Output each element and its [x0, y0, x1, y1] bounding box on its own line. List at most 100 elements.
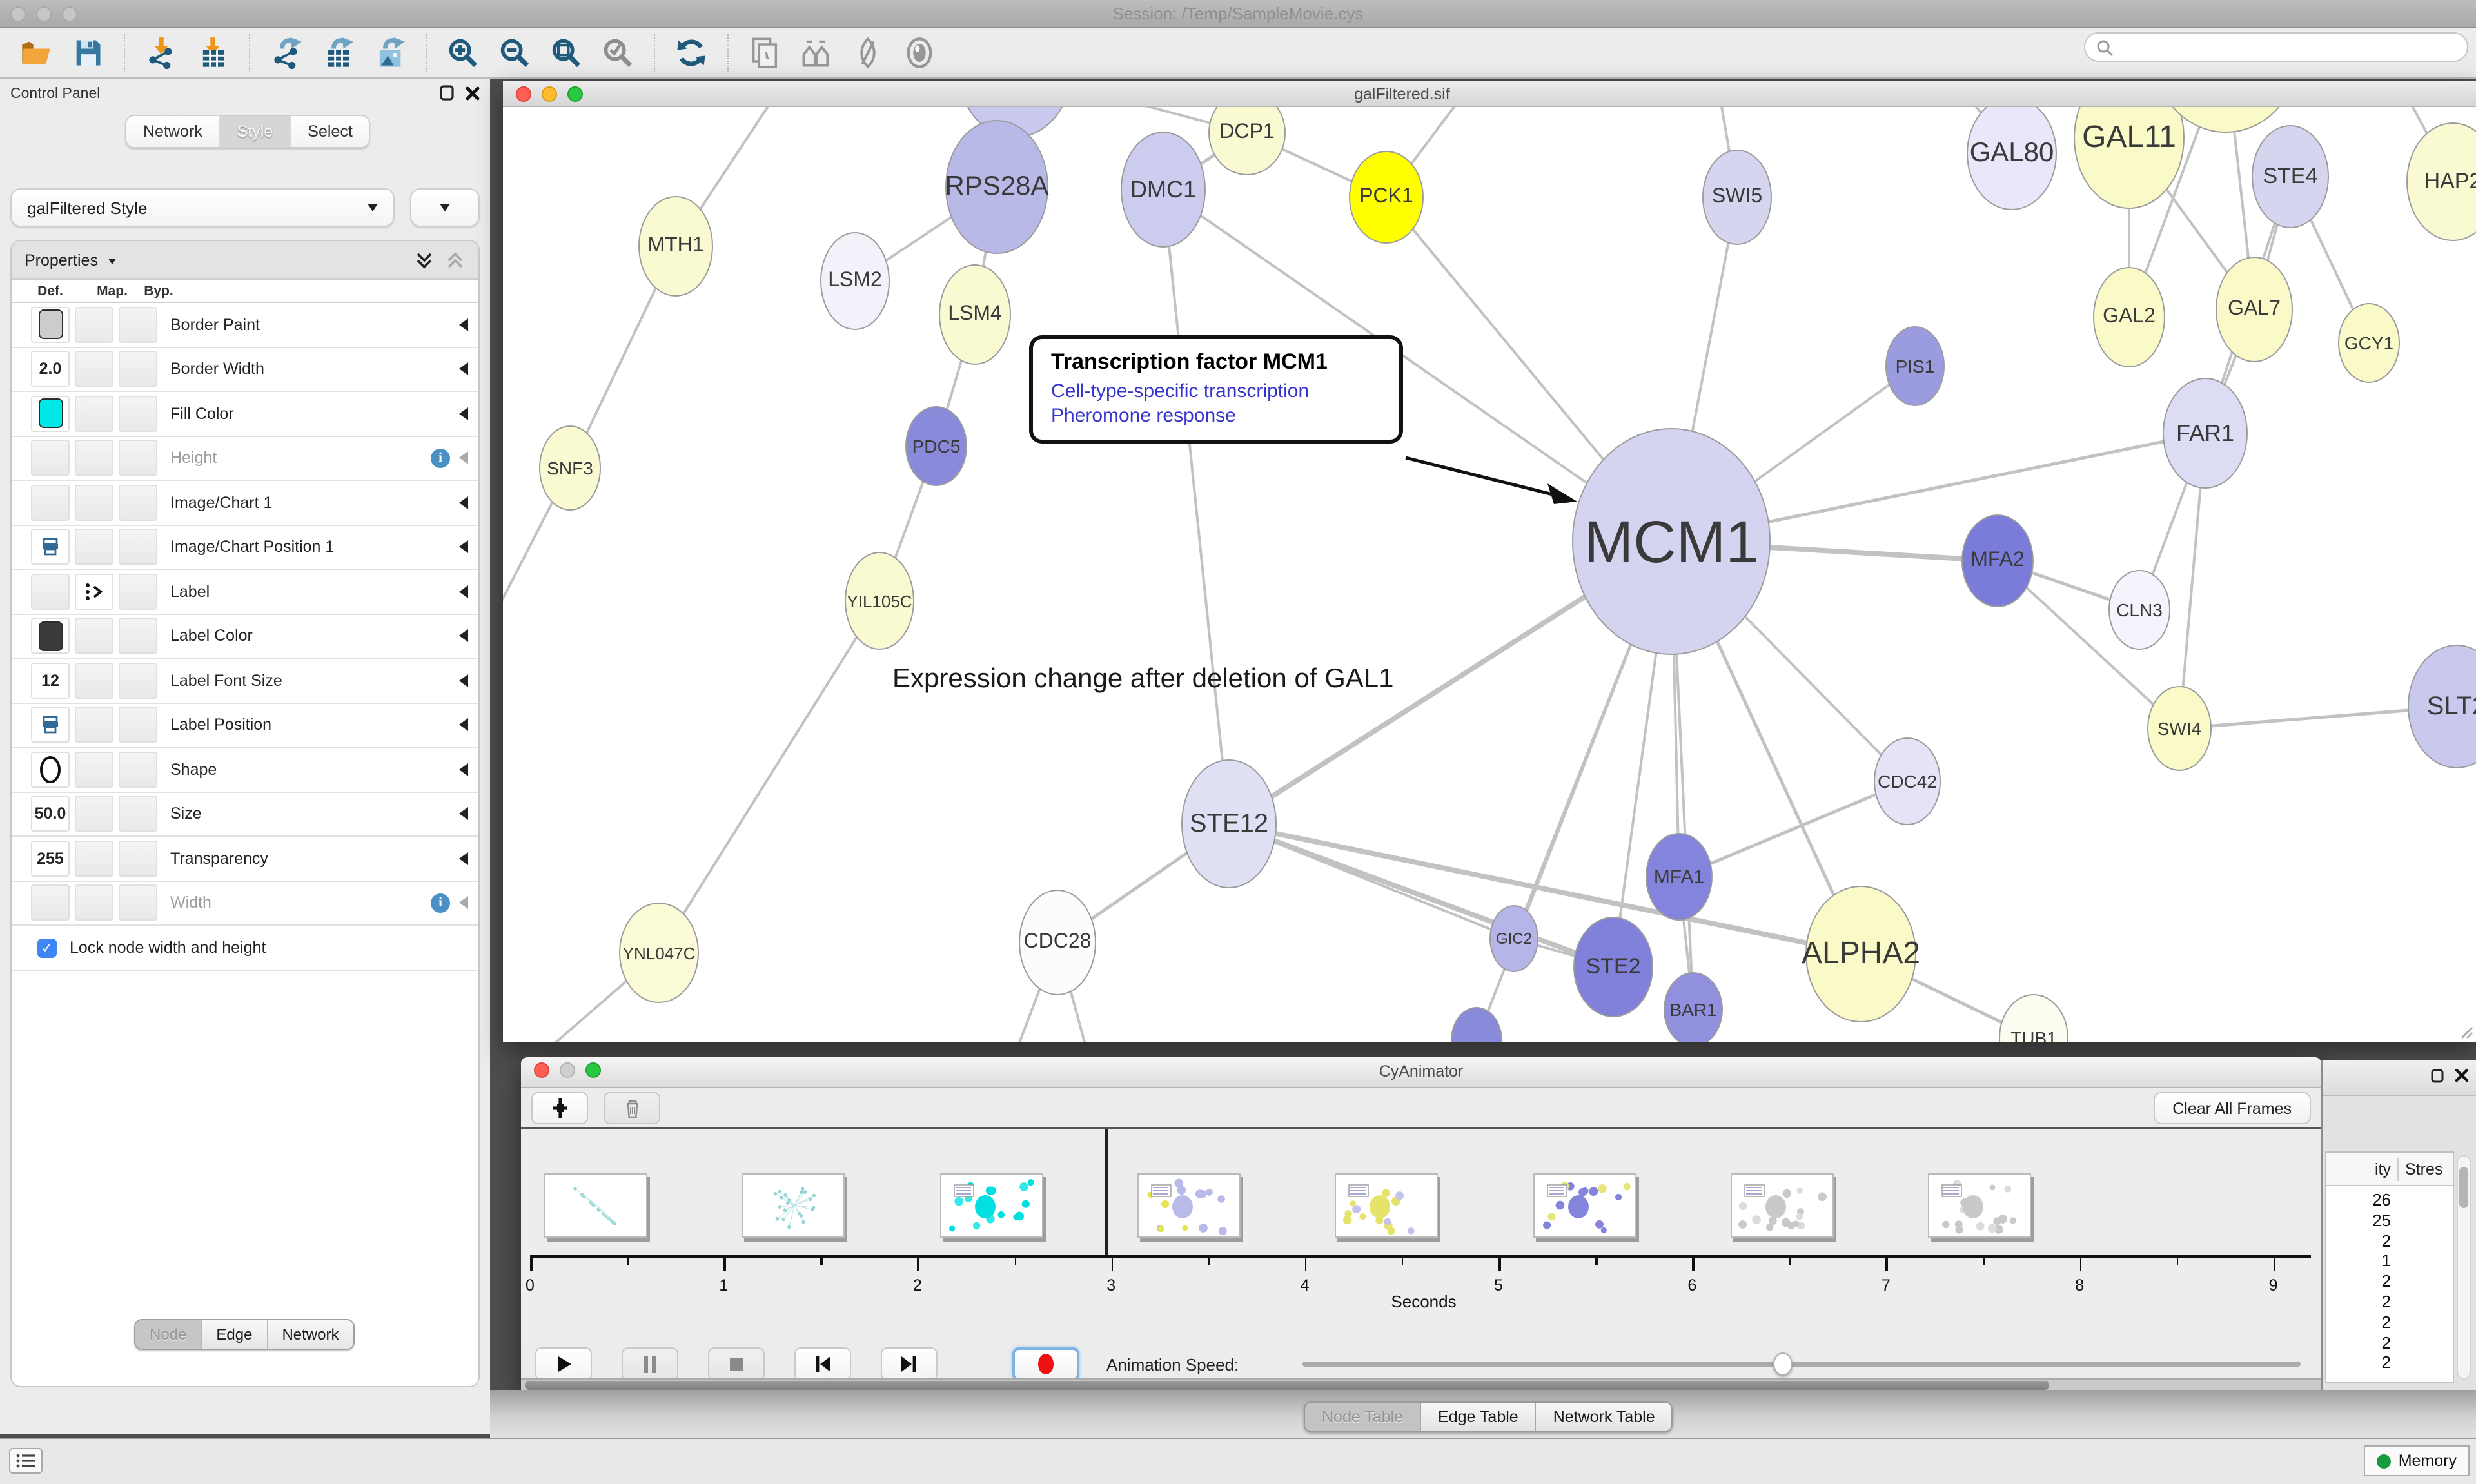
hscroll-thumb[interactable] [525, 1381, 2049, 1390]
copy-icon[interactable] [747, 35, 783, 71]
annotation-link[interactable]: Cell-type-specific transcription [1051, 380, 1381, 402]
network-node-PCK1[interactable]: PCK1 [1349, 151, 1424, 244]
collapse-all-icon[interactable] [445, 249, 466, 270]
timeline-hscrollbar[interactable] [521, 1378, 2321, 1390]
def-cell[interactable] [31, 307, 70, 343]
clear-all-frames-button[interactable]: Clear All Frames [2153, 1092, 2311, 1124]
property-row-size[interactable]: 50.0Size [12, 792, 478, 837]
network-node-GIC2[interactable]: GIC2 [1489, 905, 1538, 972]
minimize-icon[interactable] [542, 86, 557, 102]
network-node-FAR1[interactable]: FAR1 [2163, 378, 2248, 489]
def-cell[interactable] [31, 440, 70, 476]
network-node-LSM2[interactable]: LSM2 [820, 232, 890, 330]
expand-row-icon[interactable] [459, 318, 468, 331]
zoom-selected-icon[interactable] [600, 35, 636, 71]
frame-thumbnail-2[interactable] [939, 1173, 1043, 1238]
pause-button[interactable] [622, 1347, 678, 1381]
network-node-STE4[interactable]: STE4 [2252, 125, 2329, 228]
network-node-GAL2[interactable]: GAL2 [2093, 267, 2165, 367]
expand-row-icon[interactable] [459, 363, 468, 376]
network-node-PDC5[interactable]: PDC5 [905, 406, 967, 486]
map-cell[interactable] [75, 574, 113, 610]
property-row-label[interactable]: Label [12, 570, 478, 614]
expand-row-icon[interactable] [459, 541, 468, 554]
expand-row-icon[interactable] [459, 630, 468, 643]
expand-row-icon[interactable] [459, 852, 468, 865]
table-column-headers[interactable]: ity Stres [2326, 1153, 2453, 1186]
map-cell[interactable] [75, 529, 113, 565]
close-panel-icon[interactable] [466, 86, 480, 100]
byp-cell[interactable] [119, 707, 157, 743]
expand-row-icon[interactable] [459, 585, 468, 598]
network-node-MTH1[interactable]: MTH1 [638, 196, 713, 297]
network-node-CLN3[interactable]: CLN3 [2108, 570, 2170, 650]
slider-thumb[interactable] [1773, 1352, 1793, 1376]
byp-cell[interactable] [119, 307, 157, 343]
position-icon[interactable] [41, 716, 59, 734]
table-row[interactable]: 2 [2326, 1231, 2453, 1251]
expand-row-icon[interactable] [459, 808, 468, 821]
column-stress[interactable]: Stres [2405, 1160, 2442, 1178]
def-cell[interactable] [31, 529, 70, 565]
properties-header[interactable]: Properties [12, 241, 478, 280]
network-node-RPS28A[interactable]: RPS28A [945, 120, 1048, 254]
expand-row-icon[interactable] [459, 897, 468, 910]
table-row[interactable]: 2 [2326, 1333, 2453, 1353]
network-node-GCY1[interactable]: GCY1 [2338, 303, 2400, 383]
def-cell[interactable] [31, 885, 70, 921]
save-icon[interactable] [70, 35, 106, 71]
def-cell[interactable] [31, 485, 70, 521]
style-options-button[interactable] [410, 188, 480, 227]
network-window-titlebar[interactable]: galFiltered.sif [503, 81, 2476, 107]
def-cell[interactable]: 255 [31, 841, 70, 877]
annotation-box[interactable]: Transcription factor MCM1 Cell-type-spec… [1029, 335, 1403, 444]
network-node-MCM1[interactable]: MCM1 [1572, 428, 1771, 655]
stop-button[interactable] [708, 1347, 765, 1381]
info-icon[interactable]: i [431, 893, 450, 913]
vscroll-thumb[interactable] [2459, 1167, 2468, 1208]
network-node-SWI5[interactable]: SWI5 [1702, 150, 1772, 245]
hide-icon[interactable] [850, 35, 886, 71]
byp-cell[interactable] [119, 841, 157, 877]
playhead[interactable] [1105, 1129, 1107, 1255]
show-panels-button[interactable] [9, 1448, 43, 1474]
network-node-CDC28[interactable]: CDC28 [1019, 890, 1096, 995]
play-button[interactable] [535, 1347, 592, 1381]
property-row-transparency[interactable]: 255Transparency [12, 837, 478, 881]
network-node-BAR1[interactable]: BAR1 [1664, 972, 1723, 1042]
cyanimator-titlebar[interactable]: CyAnimator [521, 1057, 2321, 1088]
network-node-YNL047C[interactable]: YNL047C [619, 903, 699, 1003]
table-row[interactable]: 2 [2326, 1353, 2453, 1374]
byp-cell[interactable] [119, 752, 157, 788]
table-vscrollbar[interactable] [2457, 1155, 2471, 1380]
network-node-CDC42[interactable]: CDC42 [1874, 737, 1941, 825]
tab-network[interactable]: Network [126, 116, 221, 147]
expand-row-icon[interactable] [459, 674, 468, 687]
def-cell[interactable]: 2.0 [31, 351, 70, 387]
expand-row-icon[interactable] [459, 719, 468, 732]
zoom-out-icon[interactable] [496, 35, 533, 71]
network-node-SWI4[interactable]: SWI4 [2147, 686, 2212, 771]
frame-thumbnail-5[interactable] [1533, 1173, 1636, 1238]
step-back-button[interactable] [794, 1347, 851, 1381]
default-swatch[interactable] [38, 310, 63, 340]
record-button[interactable] [1012, 1347, 1079, 1381]
add-frame-button[interactable] [531, 1092, 588, 1124]
map-cell[interactable] [75, 396, 113, 432]
def-cell[interactable]: 50.0 [31, 796, 70, 832]
network-node-MFA2[interactable]: MFA2 [1961, 514, 2034, 607]
def-cell[interactable] [31, 752, 70, 788]
tab-node-table[interactable]: Node Table [1305, 1403, 1421, 1431]
expand-row-icon[interactable] [459, 496, 468, 509]
table-row[interactable]: 1 [2326, 1251, 2453, 1272]
export-table-icon[interactable] [320, 35, 356, 71]
frame-thumbnail-3[interactable] [1137, 1173, 1241, 1238]
frame-thumbnail-0[interactable] [544, 1173, 647, 1238]
byp-cell[interactable] [119, 485, 157, 521]
default-value[interactable]: 50.0 [35, 805, 66, 823]
network-node-LSM4[interactable]: LSM4 [939, 264, 1011, 365]
network-node-PIS1[interactable]: PIS1 [1885, 326, 1945, 406]
property-row-image-chart-1[interactable]: Image/Chart 1 [12, 481, 478, 525]
property-row-label-color[interactable]: Label Color [12, 614, 478, 659]
expand-row-icon[interactable] [459, 763, 468, 776]
